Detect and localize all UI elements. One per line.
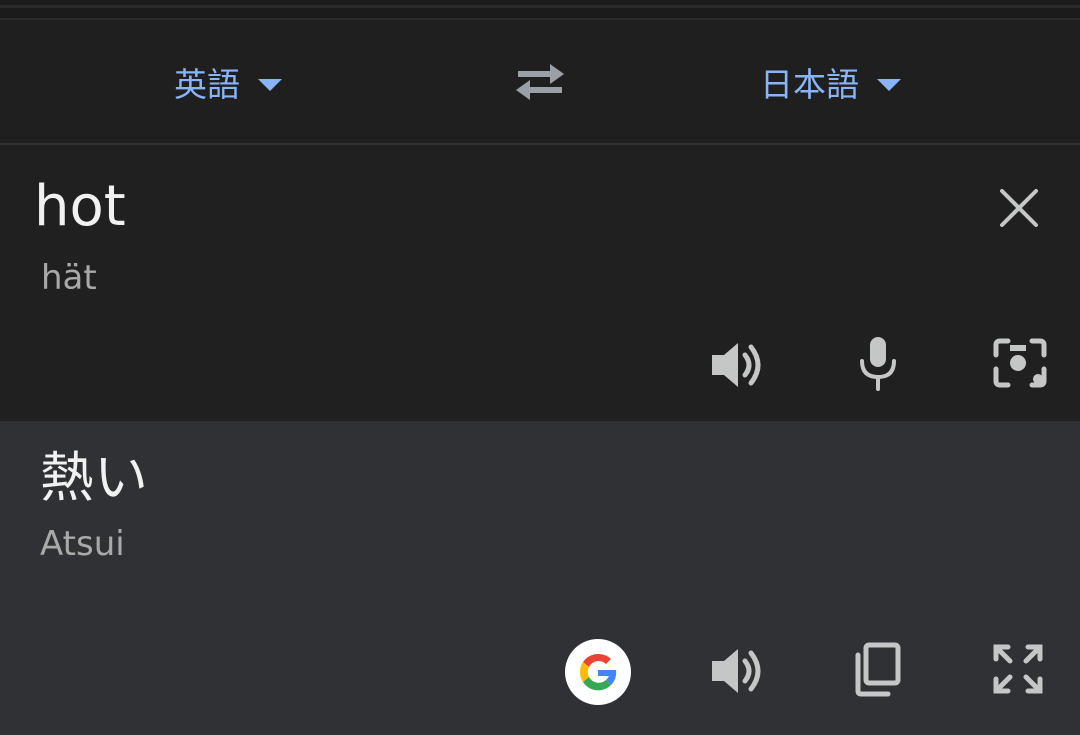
language-bar: 英語 日本語 xyxy=(0,20,1080,145)
google-search-button[interactable] xyxy=(565,639,631,705)
camera-icon xyxy=(993,338,1047,388)
input-panel[interactable]: hot hät xyxy=(0,145,1080,421)
target-transliteration: Atsui xyxy=(40,524,125,564)
swap-arrows-icon xyxy=(516,64,564,100)
fullscreen-button[interactable] xyxy=(988,639,1048,699)
translated-text: 熱い xyxy=(40,446,148,509)
source-language-selector[interactable]: 英語 xyxy=(174,20,282,143)
camera-button[interactable] xyxy=(990,335,1050,395)
listen-translation-button[interactable] xyxy=(708,641,768,701)
swap-languages-button[interactable] xyxy=(508,58,572,106)
source-language-label: 英語 xyxy=(174,64,240,104)
close-icon xyxy=(1000,189,1038,227)
clear-input-button[interactable] xyxy=(996,185,1042,231)
source-text[interactable]: hot xyxy=(34,179,126,235)
top-strip xyxy=(0,0,1080,20)
listen-source-button[interactable] xyxy=(708,335,768,395)
microphone-button[interactable] xyxy=(848,333,908,393)
google-logo-icon xyxy=(579,653,617,691)
fullscreen-icon xyxy=(993,644,1043,694)
top-divider xyxy=(0,5,1080,8)
copy-icon xyxy=(855,642,901,697)
target-language-label: 日本語 xyxy=(760,64,859,104)
speaker-icon xyxy=(712,343,761,387)
output-panel: 熱い Atsui xyxy=(0,421,1080,735)
target-language-selector[interactable]: 日本語 xyxy=(760,20,901,143)
chevron-down-icon xyxy=(258,78,282,91)
source-transliteration: hät xyxy=(41,258,97,298)
chevron-down-icon xyxy=(877,78,901,91)
copy-button[interactable] xyxy=(848,639,908,699)
microphone-icon xyxy=(860,337,896,391)
speaker-icon xyxy=(712,649,761,693)
